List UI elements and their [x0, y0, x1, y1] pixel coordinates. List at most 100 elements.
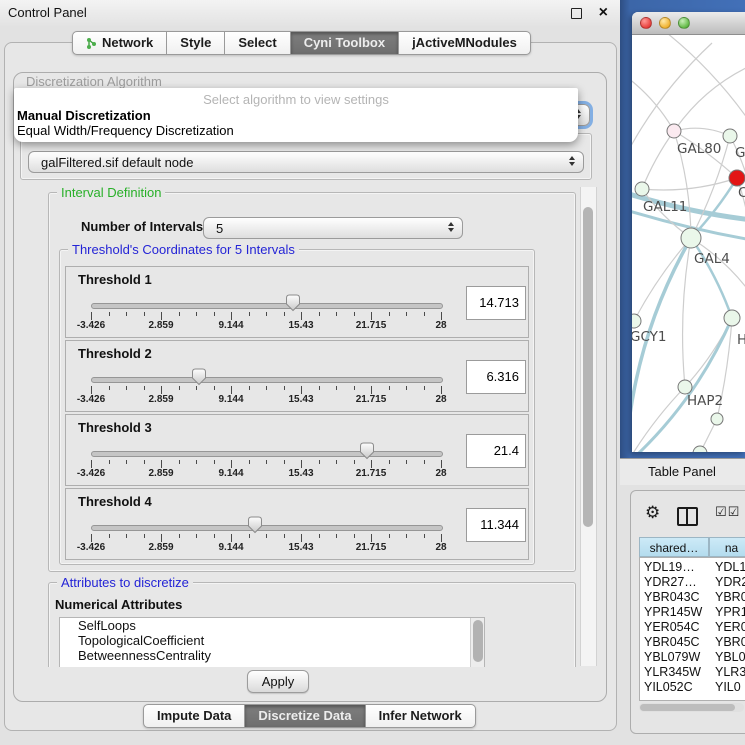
slider-thumb[interactable] [359, 442, 375, 460]
tick-label: 28 [435, 468, 446, 479]
tab-impute-data[interactable]: Impute Data [143, 704, 245, 728]
tab-discretize-data[interactable]: Discretize Data [245, 704, 365, 728]
network-edge[interactable] [691, 238, 732, 318]
zoom-window-icon[interactable] [678, 17, 690, 29]
cell-name: YLR3 [715, 665, 745, 680]
algorithm-option-equal-width-frequency-discretization[interactable]: Equal Width/Frequency Discretization [14, 123, 578, 138]
table-row[interactable]: YDL19…YDL1 [640, 560, 745, 575]
slider-track[interactable] [91, 451, 443, 457]
cell-name: YDR2 [715, 575, 745, 590]
tab-infer-network[interactable]: Infer Network [366, 704, 476, 728]
network-canvas[interactable]: GAL80GACGAL11GAL4GCY1HHAP2 [632, 35, 745, 452]
network-node[interactable] [667, 124, 681, 138]
tab-select[interactable]: Select [225, 31, 290, 55]
attribute-item-topologicalcoefficient[interactable]: TopologicalCoefficient [60, 633, 484, 648]
apply-button[interactable]: Apply [247, 670, 309, 693]
tick-mark [144, 312, 145, 316]
tick-mark [144, 460, 145, 464]
tick-mark [301, 386, 302, 394]
tick-mark [144, 534, 145, 538]
scrollbar-thumb[interactable] [583, 207, 593, 527]
network-edge[interactable] [642, 131, 674, 189]
threshold-value-field[interactable]: 11.344 [466, 508, 526, 542]
tick-mark [266, 460, 267, 464]
gear-icon[interactable]: ⚙ [645, 503, 660, 523]
cell-name: YPR1 [715, 605, 745, 620]
column-header-shared[interactable]: shared… [639, 537, 709, 557]
tab-label: jActiveMNodules [412, 32, 517, 54]
table-row[interactable]: YPR145WYPR1 [640, 605, 745, 620]
threshold-label: Threshold 4 [78, 494, 152, 509]
cell-name: YER0 [715, 620, 745, 635]
num-intervals-combobox[interactable]: 5 [203, 217, 463, 239]
attributes-scrollbar[interactable] [470, 618, 484, 667]
tick-mark [196, 386, 197, 390]
attribute-item-selfloops[interactable]: SelfLoops [60, 618, 484, 633]
thresholds-group-title: Threshold's Coordinates for 5 Intervals [68, 242, 299, 257]
attributes-list[interactable]: SelfLoopsTopologicalCoefficientBetweenne… [59, 617, 485, 667]
slider-track[interactable] [91, 377, 443, 383]
combo-arrows-icon [448, 222, 454, 232]
table-row[interactable]: YDR27… YDR2 [640, 575, 745, 590]
network-edge[interactable] [632, 387, 685, 452]
settings-vertical-scrollbar[interactable] [580, 187, 597, 666]
minimize-window-icon[interactable] [659, 17, 671, 29]
network-edge[interactable] [674, 128, 730, 136]
table-row[interactable]: YIL052CYIL0 [640, 680, 745, 695]
tab-jactivemnodules[interactable]: jActiveMNodules [399, 31, 531, 55]
network-node[interactable] [724, 310, 740, 326]
table-horizontal-scrollbar[interactable] [639, 703, 744, 712]
network-edge[interactable] [683, 238, 691, 387]
cell-name: YBL0 [715, 650, 745, 665]
cell-shared-name: YDR27… [644, 575, 697, 590]
node-table[interactable]: YDL19…YDL1YDR27… YDR2YBR043CYBR0YPR145WYP… [639, 557, 745, 701]
tick-mark [161, 460, 162, 468]
select-columns-icon[interactable]: ☑☑ [715, 504, 740, 520]
dropdown-prompt[interactable]: Select algorithm to view settings [14, 88, 578, 108]
slider-thumb[interactable] [285, 294, 301, 312]
network-node[interactable] [632, 314, 641, 328]
network-edge[interactable] [632, 75, 674, 131]
close-window-icon[interactable] [640, 17, 652, 29]
network-node[interactable] [729, 170, 745, 186]
tab-style[interactable]: Style [167, 31, 225, 55]
slider-thumb[interactable] [191, 368, 207, 386]
cell-name: YIL0 [715, 680, 741, 695]
threshold-panel-4: Threshold 4-3.4262.8599.14415.4321.71528… [65, 488, 529, 560]
slider-track[interactable] [91, 525, 443, 531]
threshold-value-field[interactable]: 14.713 [466, 286, 526, 320]
network-edge[interactable] [662, 35, 745, 125]
column-header-na[interactable]: na [709, 537, 745, 557]
network-node[interactable] [711, 413, 723, 425]
table-row[interactable]: YER054C YER0 [640, 620, 745, 635]
table-data-combobox[interactable]: galFiltered.sif default node [28, 151, 584, 173]
network-node[interactable] [678, 380, 692, 394]
column-layout-icon[interactable] [677, 507, 698, 526]
close-icon[interactable]: × [599, 2, 608, 24]
threshold-value-field[interactable]: 6.316 [466, 360, 526, 394]
table-row[interactable]: YBL079WYBL0 [640, 650, 745, 665]
network-edge[interactable] [674, 65, 745, 131]
attribute-item-betweennesscentrality[interactable]: BetweennessCentrality [60, 648, 484, 663]
network-node[interactable] [723, 129, 737, 143]
table-row[interactable]: YBR045CYBR0 [640, 635, 745, 650]
float-icon[interactable] [571, 8, 582, 19]
algorithm-option-manual-discretization[interactable]: Manual Discretization [14, 108, 578, 123]
network-edge[interactable] [642, 178, 737, 190]
slider-track[interactable] [91, 303, 443, 309]
node-label-gcy1: GCY1 [632, 329, 667, 345]
network-node[interactable] [693, 446, 707, 452]
network-node[interactable] [635, 182, 649, 196]
table-row[interactable]: YLR345WYLR3 [640, 665, 745, 680]
tab-cyni-toolbox[interactable]: Cyni Toolbox [291, 31, 399, 55]
tick-mark [196, 312, 197, 316]
slider-thumb[interactable] [247, 516, 263, 534]
tick-mark [284, 312, 285, 316]
tick-mark [91, 386, 92, 394]
table-row[interactable]: YBR043CYBR0 [640, 590, 745, 605]
network-node[interactable] [681, 228, 701, 248]
tick-mark [301, 534, 302, 542]
threshold-value-field[interactable]: 21.4 [466, 434, 526, 468]
cell-shared-name: YER054C [644, 620, 700, 635]
tab-network[interactable]: Network [72, 31, 167, 55]
